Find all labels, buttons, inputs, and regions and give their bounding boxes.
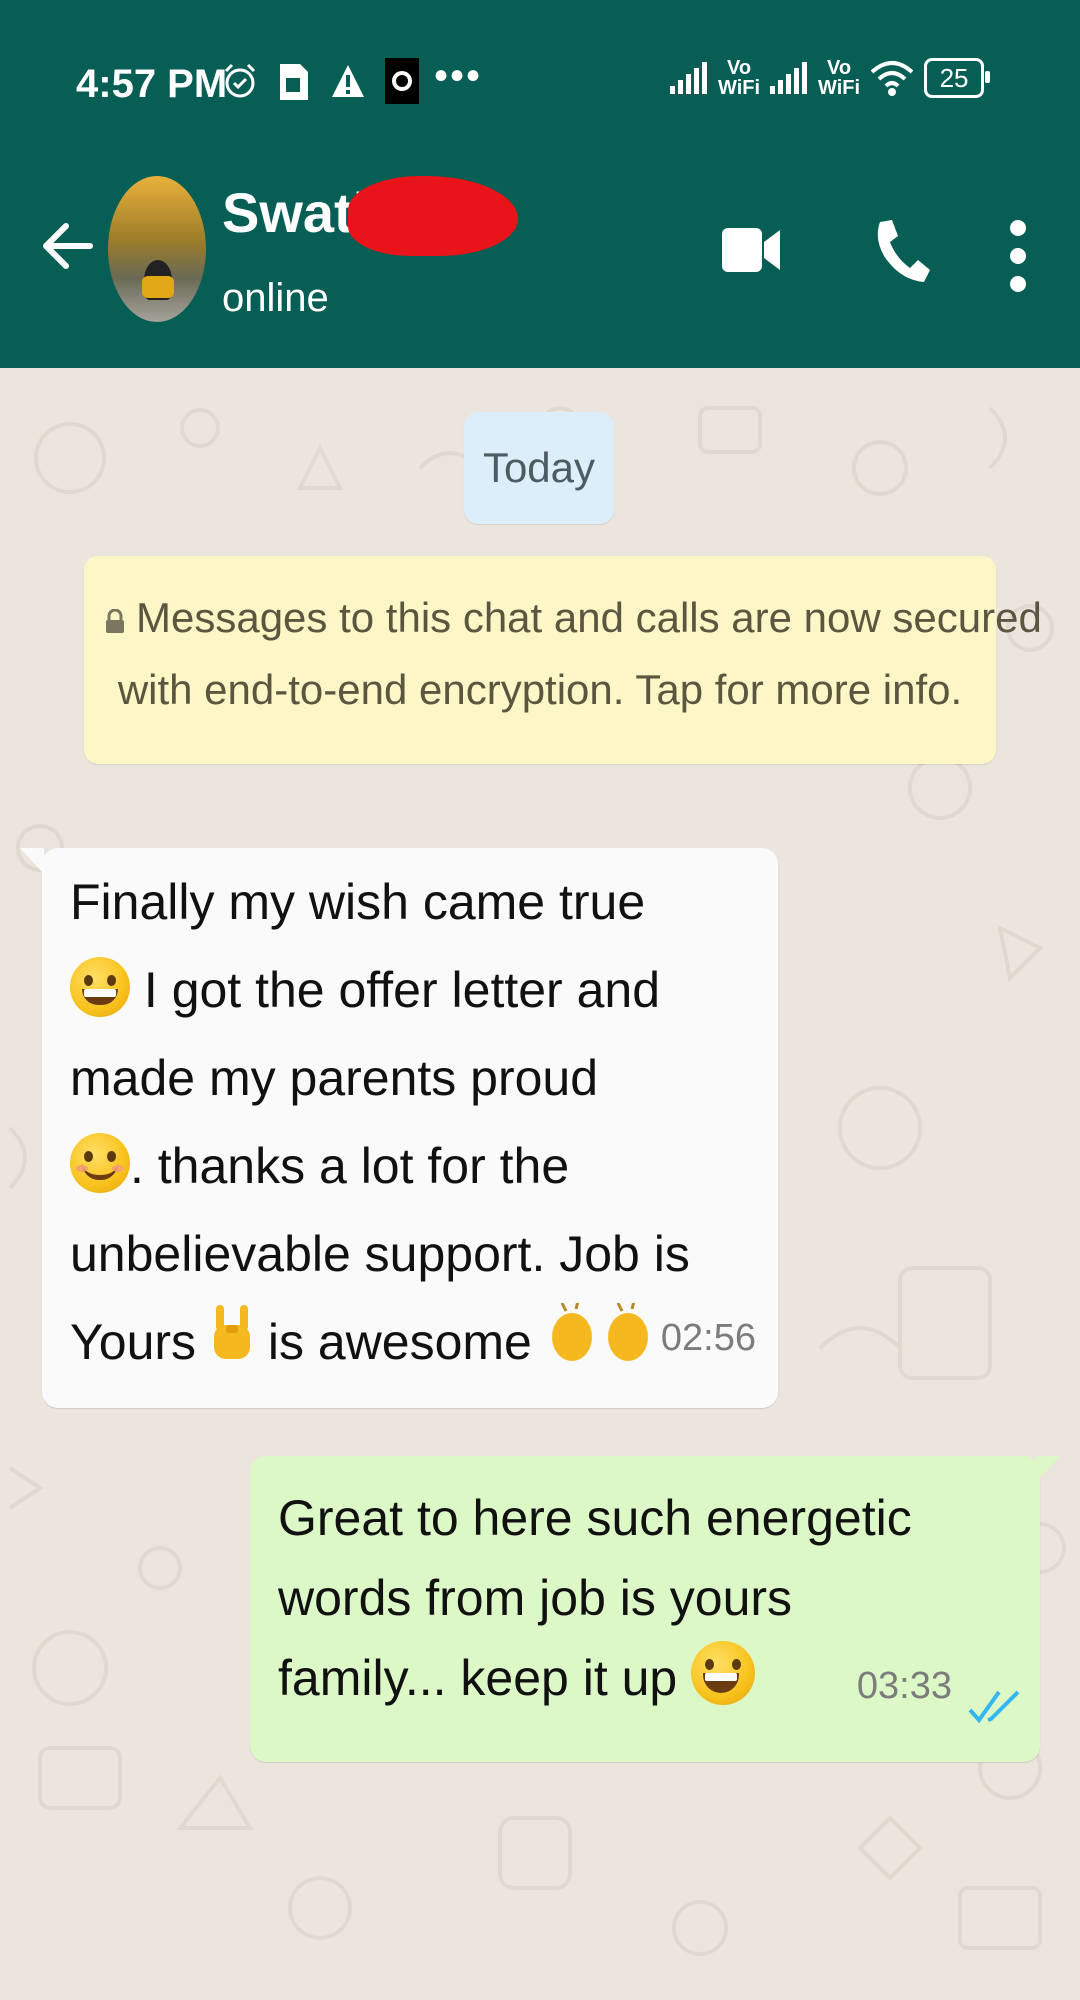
contact-presence: online: [222, 276, 329, 320]
status-time: 4:57 PM: [76, 62, 228, 106]
app-notification-icon: [384, 58, 420, 104]
sim-card-icon: [276, 58, 312, 104]
vowifi-label: Vo WiFi: [718, 57, 761, 99]
incoming-message[interactable]: Finally my wish came true I got the offe…: [20, 848, 778, 1408]
msg-line-text: family... keep it up: [278, 1650, 678, 1706]
msg-line-text: . thanks a lot for the: [130, 1138, 570, 1194]
msg-line-text: I got the offer letter and: [143, 962, 660, 1018]
msg-line: I got the offer letter and: [70, 946, 758, 1034]
message-timestamp: 03:33: [856, 1665, 952, 1707]
chat-header: Swati online: [0, 136, 1080, 368]
chat-area[interactable]: Today Messages to this chat and calls ar…: [0, 368, 1080, 2000]
status-bar: 4:57 PM ••• Vo WiFi Vo WiFi 25: [0, 0, 1080, 136]
battery-indicator: 25: [924, 58, 991, 98]
smiling-face-emoji: [70, 1133, 130, 1193]
outgoing-message[interactable]: Great to here such energetic words from …: [250, 1456, 1060, 1762]
rock-on-hand-emoji: [210, 1303, 254, 1370]
msg-line: words from job is yours: [278, 1570, 793, 1626]
redaction-mark: [348, 176, 518, 256]
double-check-read-icon: [968, 1690, 1020, 1724]
encryption-notice[interactable]: Messages to this chat and calls are now …: [84, 556, 1042, 764]
notification-icons: [222, 58, 420, 104]
msg-line: . thanks a lot for the: [70, 1122, 758, 1210]
back-arrow-icon[interactable]: [38, 216, 98, 276]
avatar-shirt: [142, 276, 174, 298]
grinning-face-emoji: [691, 1641, 756, 1705]
encryption-text-1: Messages to this chat and calls are now …: [136, 594, 1042, 641]
system-indicators: Vo WiFi Vo WiFi 25: [670, 57, 991, 99]
video-call-icon[interactable]: [720, 222, 782, 278]
msg-line: Yours is awesome: [70, 1298, 758, 1386]
more-notifications-icon: •••: [434, 54, 483, 98]
encryption-notice-line-2: with end-to-end encryption. Tap for more…: [117, 666, 963, 713]
clapping-hands-emoji: [546, 1300, 656, 1370]
msg-line-text: Yours: [70, 1314, 197, 1370]
more-options-icon[interactable]: [1006, 216, 1030, 296]
msg-line: Great to here such energetic: [278, 1490, 912, 1546]
signal-icon: [670, 62, 707, 94]
battery-level: 25: [939, 62, 969, 93]
warning-icon: [330, 58, 366, 104]
lock-icon: [106, 608, 124, 633]
voice-call-icon[interactable]: [870, 216, 930, 286]
date-chip: Today: [464, 412, 614, 524]
message-timestamp: 02:56: [660, 1317, 756, 1359]
msg-line: made my parents proud: [70, 1050, 599, 1106]
wifi-icon: [870, 61, 914, 96]
msg-line: Finally my wish came true: [70, 874, 646, 930]
encryption-notice-line-1: Messages to this chat and calls are now …: [104, 582, 1042, 654]
msg-line: unbelievable support. Job is: [70, 1226, 690, 1282]
msg-line-text: is awesome: [267, 1314, 532, 1370]
signal-icon-2: [770, 62, 808, 94]
grinning-face-emoji: [70, 957, 130, 1017]
contact-avatar[interactable]: [108, 176, 206, 322]
alarm-icon: [222, 58, 258, 104]
vowifi-label-2: Vo WiFi: [818, 57, 861, 99]
contact-name[interactable]: Swati: [222, 180, 368, 245]
